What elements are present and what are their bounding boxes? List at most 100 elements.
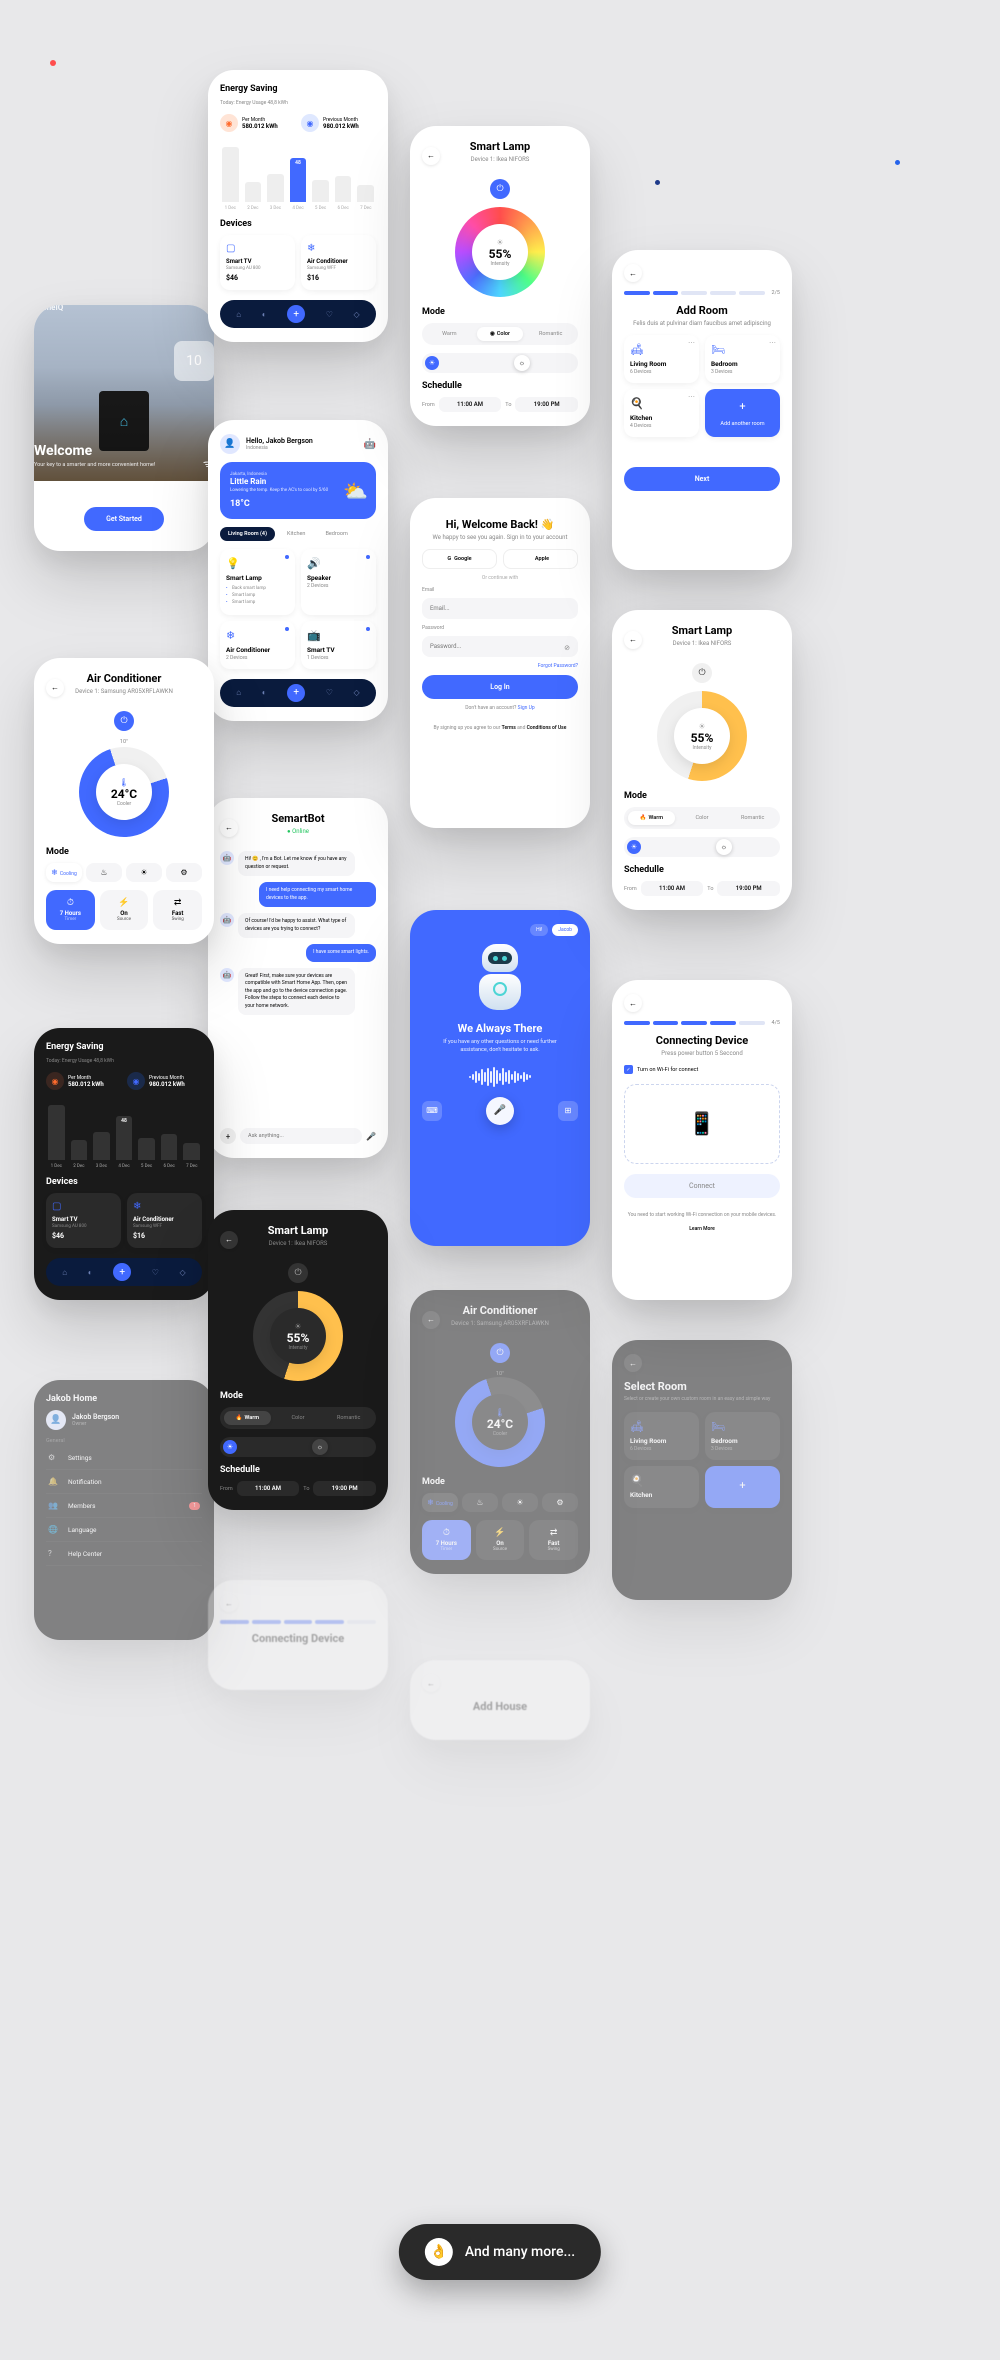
power-button[interactable]: ⏻ xyxy=(490,179,510,199)
back-button[interactable]: ← xyxy=(624,264,642,282)
mode-cooling[interactable]: ❄ Cooling xyxy=(46,863,82,882)
mode-color[interactable]: Color xyxy=(275,1411,322,1425)
back-button[interactable]: ← xyxy=(220,1231,238,1249)
tile-smart-lamp[interactable]: 💡Smart LampBack smart lampSmart lampSmar… xyxy=(220,549,295,615)
source-tile[interactable]: ⚡OnSource xyxy=(476,1520,525,1560)
add-attachment-button[interactable]: + xyxy=(220,1128,236,1144)
from-time[interactable]: 11:00 AM xyxy=(439,397,502,412)
swing-tile[interactable]: ⇄FastSwing xyxy=(529,1520,578,1560)
wifi-checkbox[interactable]: ✓ xyxy=(624,1065,633,1074)
mode-cooling[interactable]: ❄ Cooling xyxy=(422,1493,458,1512)
get-started-button[interactable]: Get Started xyxy=(84,507,164,531)
back-button[interactable]: ← xyxy=(46,679,64,697)
nav-add-button[interactable]: + xyxy=(113,1263,131,1281)
nav-profile-icon[interactable]: ◇ xyxy=(180,1268,186,1277)
nav-profile-icon[interactable]: ◇ xyxy=(354,688,360,697)
back-button[interactable]: ← xyxy=(624,631,642,649)
mode-sun[interactable]: ☀ xyxy=(126,863,162,882)
tile-speaker[interactable]: 🔊Speaker2 Devices xyxy=(301,549,376,615)
timer-tile[interactable]: ⏱7 HoursTimer xyxy=(422,1520,471,1560)
login-button[interactable]: Log In xyxy=(422,675,578,699)
chat-input[interactable] xyxy=(240,1128,362,1144)
power-button[interactable]: ⏻ xyxy=(692,663,712,683)
settings-icon[interactable]: ⊞ xyxy=(558,1101,578,1121)
nav-energy-icon[interactable]: ◐ xyxy=(262,310,267,319)
nav-add-button[interactable]: + xyxy=(287,305,305,323)
apple-button[interactable]: Apple xyxy=(503,549,578,569)
language-item[interactable]: 🌐Language xyxy=(46,1518,202,1542)
help-item[interactable]: ?Help Center xyxy=(46,1542,202,1566)
signup-link[interactable]: Sign Up xyxy=(518,705,535,711)
timer-tile[interactable]: ⏱7 HoursTimer xyxy=(46,890,95,930)
bot-icon[interactable]: 🤖 xyxy=(364,439,376,450)
nav-energy-icon[interactable]: ◐ xyxy=(262,688,267,697)
next-button[interactable]: Next xyxy=(624,467,780,491)
password-field[interactable] xyxy=(422,636,578,657)
intensity-dial[interactable]: ☀55%Intensity xyxy=(657,691,747,781)
temperature-dial[interactable]: 🌡24°CCooler xyxy=(79,747,169,837)
device-ac[interactable]: ❄Air ConditionerSamsung WFF$16 xyxy=(301,235,376,290)
mode-fan[interactable]: ♨ xyxy=(86,863,122,882)
back-button[interactable]: ← xyxy=(624,1354,642,1372)
mode-color[interactable]: Color xyxy=(679,811,726,825)
room-kitchen[interactable]: 🍳Kitchen xyxy=(624,1466,699,1508)
more-icon[interactable]: ⋯ xyxy=(769,339,776,347)
tab-kitchen[interactable]: Kitchen xyxy=(279,527,313,541)
google-button[interactable]: GGoogle xyxy=(422,549,497,569)
nav-profile-icon[interactable]: ◇ xyxy=(354,310,360,319)
mode-auto[interactable]: ⚙ xyxy=(166,863,202,882)
email-field[interactable] xyxy=(422,598,578,619)
room-kitchen[interactable]: ⋯🍳Kitchen4 Devices xyxy=(624,389,699,437)
power-button[interactable]: ⏻ xyxy=(114,711,134,731)
mode-romantic[interactable]: Romantic xyxy=(325,1411,372,1425)
mic-button[interactable]: 🎤 xyxy=(486,1097,514,1125)
nav-bell-icon[interactable]: ♡ xyxy=(326,310,333,319)
temperature-dial[interactable]: 🌡24°CCooler xyxy=(455,1377,545,1467)
eye-hidden-icon[interactable]: ⊘ xyxy=(564,644,570,652)
intensity-slider[interactable]: ☀☼ xyxy=(220,1437,376,1457)
members-item[interactable]: 👥Members1 xyxy=(46,1494,202,1518)
source-tile[interactable]: ⚡OnSource xyxy=(100,890,149,930)
room-bedroom[interactable]: ⋯🛏Bedroom3 Devices xyxy=(705,335,780,383)
mic-icon[interactable]: 🎤 xyxy=(366,1132,376,1141)
tab-bedroom[interactable]: Bedroom xyxy=(317,527,355,541)
power-button[interactable]: ⏻ xyxy=(490,1343,510,1363)
user-avatar[interactable]: 👤 xyxy=(46,1410,66,1430)
keyboard-icon[interactable]: ⌨ xyxy=(422,1101,442,1121)
mode-sun[interactable]: ☀ xyxy=(502,1493,538,1512)
back-button[interactable]: ← xyxy=(422,1311,440,1329)
settings-item[interactable]: ⚙Settings xyxy=(46,1446,202,1470)
learn-more-link[interactable]: Learn More xyxy=(689,1226,715,1232)
device-ac[interactable]: ❄Air ConditionerSamsung WFF$16 xyxy=(127,1193,202,1248)
intensity-dial[interactable]: ☀55%Intensity xyxy=(253,1291,343,1381)
intensity-slider[interactable]: ☀☼ xyxy=(422,353,578,373)
back-button[interactable]: ← xyxy=(422,1674,440,1692)
nav-home-icon[interactable]: ⌂ xyxy=(62,1268,67,1277)
intensity-slider[interactable]: ☀☼ xyxy=(624,837,780,857)
room-bedroom[interactable]: 🛏Bedroom3 Devices xyxy=(705,1412,780,1460)
mode-auto[interactable]: ⚙ xyxy=(542,1493,578,1512)
add-room-tile[interactable]: + xyxy=(705,1466,780,1508)
forgot-password-link[interactable]: Forgot Password? xyxy=(422,663,578,669)
more-icon[interactable]: ⋯ xyxy=(688,339,695,347)
mode-warm[interactable]: Warm xyxy=(426,327,473,341)
tab-living-room[interactable]: Living Room (4) xyxy=(220,527,275,541)
user-avatar[interactable]: 👤 xyxy=(220,434,240,454)
room-living[interactable]: ⋯🛋Living Room6 Devices xyxy=(624,335,699,383)
room-living[interactable]: 🛋Living Room6 Devices xyxy=(624,1412,699,1460)
terms-link[interactable]: Terms xyxy=(502,725,516,731)
nav-bell-icon[interactable]: ♡ xyxy=(326,688,333,697)
device-smart-tv[interactable]: ▢Smart TVSamsung AU 800$46 xyxy=(220,235,295,290)
nav-energy-icon[interactable]: ◐ xyxy=(88,1268,93,1277)
add-room-tile[interactable]: +Add another room xyxy=(705,389,780,437)
swing-tile[interactable]: ⇄FastSwing xyxy=(153,890,202,930)
intensity-dial[interactable]: ☀55%Intensity xyxy=(455,207,545,297)
power-button[interactable]: ⏻ xyxy=(288,1263,308,1283)
notification-item[interactable]: 🔔Notification xyxy=(46,1470,202,1494)
conditions-link[interactable]: Conditions of Use xyxy=(527,725,567,731)
more-icon[interactable]: ⋯ xyxy=(688,393,695,401)
to-time[interactable]: 19:00 PM xyxy=(515,397,578,412)
from-time[interactable]: 11:00 AM xyxy=(641,881,704,896)
mode-romantic[interactable]: Romantic xyxy=(527,327,574,341)
mode-warm[interactable]: 🔥Warm xyxy=(628,811,675,825)
